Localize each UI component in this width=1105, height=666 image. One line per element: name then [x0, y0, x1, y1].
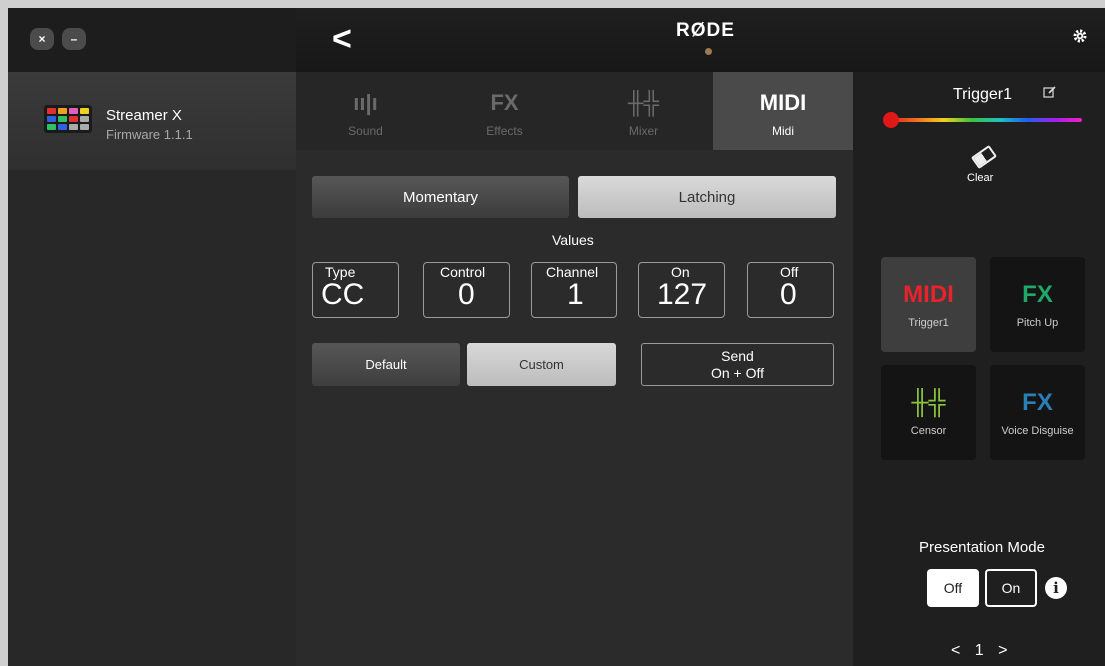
- tab-sound[interactable]: ıı|ı Sound: [296, 72, 435, 150]
- tab-label: Sound: [348, 124, 383, 138]
- mixer-icon: ╫╬: [911, 389, 946, 416]
- send-mode-value: On + Off: [710, 365, 765, 381]
- field-value: CC: [321, 278, 365, 311]
- pad-label: Censor: [910, 425, 947, 437]
- minimize-window-button[interactable]: –: [62, 28, 86, 50]
- pad-label: Pitch Up: [1016, 317, 1059, 329]
- tab-midi[interactable]: MIDI Midi: [713, 72, 853, 150]
- presentation-off-button[interactable]: Off: [927, 569, 979, 607]
- presentation-mode-title: Presentation Mode: [919, 539, 1045, 556]
- clear-label: Clear: [967, 172, 994, 184]
- sidebar-header: × –: [8, 8, 296, 72]
- close-window-button[interactable]: ×: [30, 28, 54, 50]
- field-value: 0: [780, 278, 797, 311]
- fx-icon: FX: [1022, 281, 1053, 308]
- fx-icon: FX: [490, 90, 519, 115]
- pad-trigger1[interactable]: MIDI Trigger1: [881, 257, 976, 352]
- back-button[interactable]: <: [332, 20, 352, 59]
- presentation-on-button[interactable]: On: [985, 569, 1037, 607]
- sidebar: × – Streamer X Firmware 1.1.1: [8, 8, 296, 666]
- tab-bar: ıı|ı Sound FX Effects ╫╬ Mixer MIDI Midi: [296, 72, 853, 150]
- mixer-icon: ╫╬: [627, 90, 660, 115]
- device-card[interactable]: Streamer X Firmware 1.1.1: [8, 72, 296, 170]
- midi-settings-panel: Momentary Latching Values Type CC Contro…: [296, 150, 853, 666]
- send-mode-button[interactable]: Send On + Off: [641, 343, 834, 386]
- pad-pitch-up[interactable]: FX Pitch Up: [990, 257, 1085, 352]
- channel-field[interactable]: Channel 1: [531, 262, 617, 318]
- tab-mixer[interactable]: ╫╬ Mixer: [574, 72, 713, 150]
- window-frame-top: [0, 0, 1105, 8]
- field-value: 127: [657, 278, 708, 311]
- latching-button[interactable]: Latching: [578, 176, 836, 218]
- field-value: 0: [458, 278, 475, 311]
- color-slider[interactable]: [889, 118, 1082, 122]
- pad-censor[interactable]: ╫╬ Censor: [881, 365, 976, 460]
- momentary-button[interactable]: Momentary: [312, 176, 569, 218]
- device-thumbnail-icon: [44, 105, 92, 133]
- eraser-icon[interactable]: [970, 144, 998, 170]
- pad-label: Trigger1: [908, 317, 949, 329]
- waveform-icon: ıı|ı: [353, 90, 378, 115]
- midi-icon: MIDI: [759, 90, 807, 115]
- pad-panel: Trigger1 Clear MIDI Trigger1 FX Pitch Up…: [853, 72, 1105, 666]
- top-bar: < RØDE: [296, 8, 1105, 72]
- default-button[interactable]: Default: [312, 343, 460, 386]
- on-value-field[interactable]: On 127: [638, 262, 725, 318]
- color-slider-handle[interactable]: [883, 112, 899, 128]
- midi-icon: MIDI: [903, 281, 954, 308]
- edit-icon[interactable]: [1043, 86, 1056, 102]
- custom-button[interactable]: Custom: [467, 343, 616, 386]
- tab-label: Mixer: [628, 124, 659, 138]
- off-value-field[interactable]: Off 0: [747, 262, 834, 318]
- page-number: 1: [974, 642, 984, 659]
- rode-logo: RØDE: [676, 20, 735, 41]
- type-field[interactable]: Type CC: [312, 262, 399, 318]
- pad-label: Voice Disguise: [1001, 425, 1074, 437]
- device-firmware: Firmware 1.1.1: [106, 127, 193, 142]
- pad-pager: < 1 >: [951, 642, 1008, 660]
- tab-label: Midi: [771, 124, 794, 138]
- values-title: Values: [552, 232, 594, 248]
- logo-dot: [705, 48, 712, 55]
- app-window: × – Streamer X Firmware 1.1.1 < RØDE ıı|…: [0, 0, 1105, 666]
- send-label: Send: [721, 348, 754, 364]
- info-icon[interactable]: i: [1045, 577, 1067, 599]
- fx-icon: FX: [1022, 389, 1053, 416]
- tab-label: Effects: [486, 124, 523, 138]
- field-value: 1: [567, 278, 584, 311]
- gear-icon[interactable]: [1072, 28, 1088, 49]
- tab-effects[interactable]: FX Effects: [435, 72, 574, 150]
- control-field[interactable]: Control 0: [423, 262, 510, 318]
- trigger-name: Trigger1: [953, 86, 1012, 103]
- pad-voice-disguise[interactable]: FX Voice Disguise: [990, 365, 1085, 460]
- window-frame-left: [0, 0, 8, 666]
- device-name: Streamer X: [106, 107, 182, 124]
- prev-page-button[interactable]: <: [951, 642, 960, 659]
- next-page-button[interactable]: >: [998, 642, 1007, 659]
